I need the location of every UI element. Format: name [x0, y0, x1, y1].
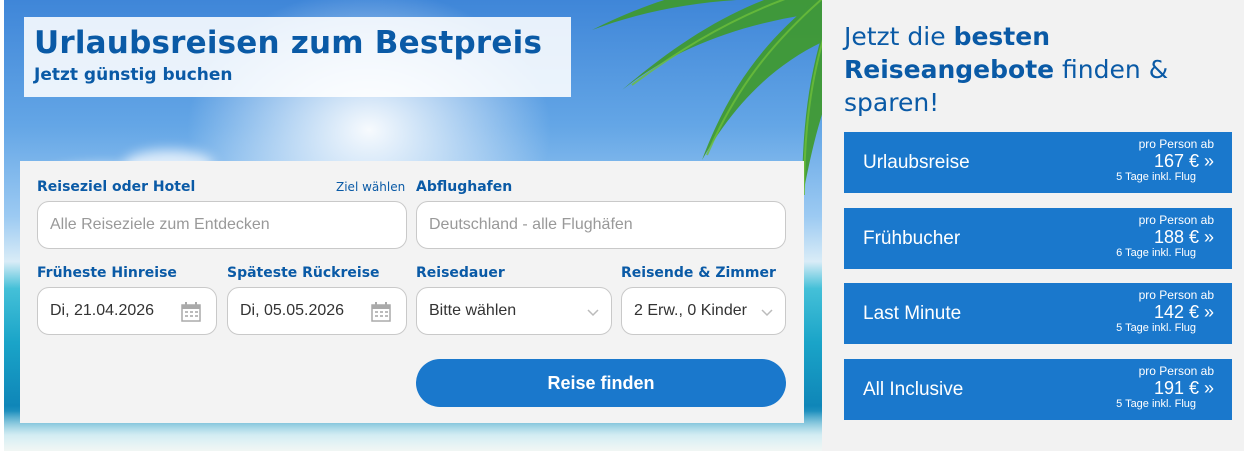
- duration-value: Bitte wählen: [429, 302, 517, 319]
- offer-price: 142 € »: [1153, 302, 1214, 322]
- offer-meta: pro Person ab 167 € » 5 Tage inkl. Flug: [1116, 138, 1214, 184]
- calendar-icon[interactable]: [370, 301, 392, 323]
- calendar-icon[interactable]: [180, 301, 202, 323]
- offer-duration: 6 Tage inkl. Flug: [1116, 247, 1196, 259]
- search-form: Reiseziel oder Hotel Ziel wählen Abflugh…: [20, 161, 804, 423]
- depart-date-field[interactable]: Di, 21.04.2026: [37, 287, 217, 335]
- offer-meta: pro Person ab 188 € » 6 Tage inkl. Flug: [1116, 214, 1214, 260]
- offer-duration: 5 Tage inkl. Flug: [1116, 171, 1196, 183]
- offer-price: 188 € »: [1153, 227, 1214, 247]
- offer-price: 167 € »: [1153, 151, 1214, 171]
- offer-meta: pro Person ab 142 € » 5 Tage inkl. Flug: [1116, 289, 1214, 335]
- offer-duration: 5 Tage inkl. Flug: [1116, 398, 1196, 410]
- offer-per-person: pro Person ab: [1138, 213, 1214, 227]
- offer-per-person: pro Person ab: [1138, 364, 1214, 378]
- offer-name: All Inclusive: [863, 378, 964, 400]
- offers-panel: Jetzt die besten Reiseangebote finden & …: [822, 0, 1244, 451]
- offer-name: Urlaubsreise: [863, 151, 970, 173]
- airport-input[interactable]: Deutschland - alle Flughäfen: [416, 201, 786, 249]
- offer-per-person: pro Person ab: [1138, 288, 1214, 302]
- destination-input[interactable]: Alle Reiseziele zum Entdecken: [37, 201, 407, 249]
- duration-label: Reisedauer: [416, 265, 505, 281]
- offer-duration: 5 Tage inkl. Flug: [1116, 322, 1196, 334]
- destination-placeholder: Alle Reiseziele zum Entdecken: [50, 216, 270, 233]
- offer-fruehbucher[interactable]: Frühbucher pro Person ab 188 € » 6 Tage …: [844, 208, 1232, 269]
- duration-select[interactable]: Bitte wählen: [416, 287, 612, 335]
- return-date-value: Di, 05.05.2026: [240, 302, 345, 319]
- chevron-down-icon: [761, 309, 773, 317]
- find-trip-button[interactable]: Reise finden: [416, 359, 786, 407]
- offer-last-minute[interactable]: Last Minute pro Person ab 142 € » 5 Tage…: [844, 283, 1232, 344]
- chevron-down-icon: [587, 309, 599, 317]
- headline-text: Jetzt die: [844, 22, 954, 51]
- travelers-value: 2 Erw., 0 Kinder: [634, 302, 747, 319]
- travelers-label: Reisende & Zimmer: [621, 265, 776, 281]
- offer-meta: pro Person ab 191 € » 5 Tage inkl. Flug: [1116, 365, 1214, 411]
- depart-label: Früheste Hinreise: [37, 265, 177, 281]
- page: Urlaubsreisen zum Bestpreis Jetzt günsti…: [0, 0, 1244, 451]
- offer-per-person: pro Person ab: [1138, 137, 1214, 151]
- offer-name: Last Minute: [863, 302, 962, 324]
- offer-price: 191 € »: [1153, 378, 1214, 398]
- offer-urlaubsreise[interactable]: Urlaubsreise pro Person ab 167 € » 5 Tag…: [844, 132, 1232, 193]
- travelers-select[interactable]: 2 Erw., 0 Kinder: [621, 287, 786, 335]
- offers-headline: Jetzt die besten Reiseangebote finden & …: [844, 20, 1224, 119]
- return-date-field[interactable]: Di, 05.05.2026: [227, 287, 407, 335]
- hero-title: Urlaubsreisen zum Bestpreis: [34, 25, 543, 61]
- hero-title-box: Urlaubsreisen zum Bestpreis Jetzt günsti…: [24, 17, 571, 97]
- choose-destination-link[interactable]: Ziel wählen: [336, 180, 405, 194]
- depart-date-value: Di, 21.04.2026: [50, 302, 155, 319]
- destination-label: Reiseziel oder Hotel: [37, 179, 196, 195]
- airport-label: Abflughafen: [416, 179, 513, 195]
- airport-placeholder: Deutschland - alle Flughäfen: [429, 216, 633, 233]
- offer-name: Frühbucher: [863, 227, 961, 249]
- offer-all-inclusive[interactable]: All Inclusive pro Person ab 191 € » 5 Ta…: [844, 359, 1232, 420]
- hero-subtitle: Jetzt günstig buchen: [34, 65, 233, 85]
- return-label: Späteste Rückreise: [227, 265, 380, 281]
